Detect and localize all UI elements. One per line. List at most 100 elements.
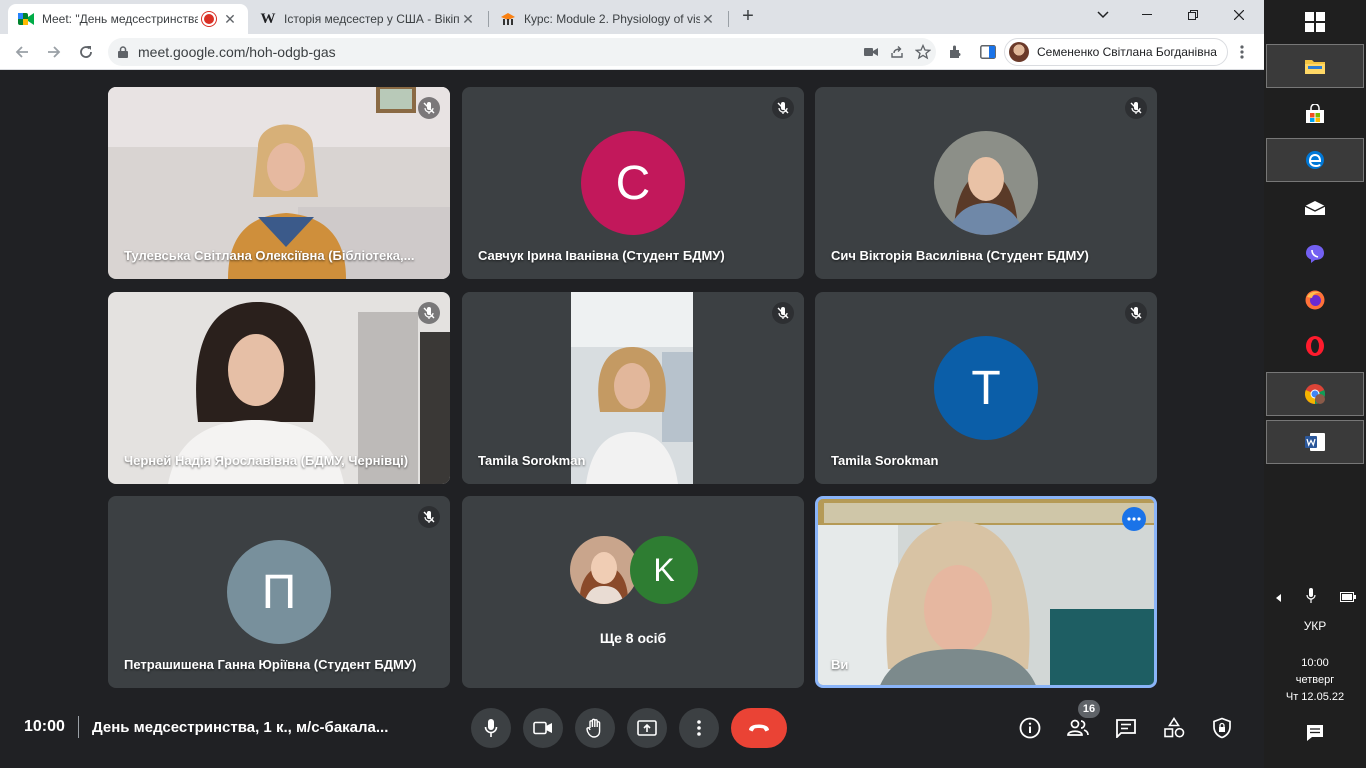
lock-icon[interactable]	[108, 46, 138, 58]
profile-name: Семененко Світлана Богданівна	[1037, 45, 1217, 59]
muted-mic-icon	[1125, 97, 1147, 119]
tab-title: Meet: "День медсестринства	[42, 12, 198, 26]
microsoft-store-icon[interactable]	[1266, 92, 1364, 136]
participant-name: Черней Надія Ярославівна (БДМУ, Чернівці…	[124, 453, 409, 468]
tab-separator	[728, 11, 729, 27]
leave-call-button[interactable]	[731, 708, 787, 748]
opera-icon[interactable]	[1266, 324, 1364, 368]
tab-strip: Meet: "День медсестринства ✕ W Історія м…	[0, 0, 1264, 34]
participant-name: Тулевська Світлана Олексіївна (Бібліотек…	[124, 248, 415, 263]
camera-icon[interactable]	[858, 39, 884, 65]
participant-name: Савчук Ірина Іванівна (Студент БДМУ)	[478, 248, 725, 263]
participant-tile[interactable]: Сич Вікторія Василівна (Студент БДМУ)	[815, 87, 1157, 279]
participant-name: Tamila Sorokman	[831, 453, 939, 468]
clock-date: Чт 12.05.22	[1285, 691, 1345, 703]
system-tray	[1276, 587, 1356, 609]
extensions-icon[interactable]	[944, 40, 968, 64]
new-tab-button[interactable]: +	[737, 6, 759, 28]
participant-tile[interactable]: Тулевська Світлана Олексіївна (Бібліотек…	[108, 87, 450, 279]
self-view-tile[interactable]: Ви	[815, 496, 1157, 688]
avatar	[934, 131, 1038, 235]
participant-tile[interactable]: T Tamila Sorokman	[815, 292, 1157, 484]
close-tab-icon[interactable]: ✕	[222, 11, 238, 28]
minimize-icon[interactable]	[1124, 0, 1170, 30]
reload-icon[interactable]	[74, 40, 98, 64]
participant-name: Tamila Sorokman	[478, 453, 586, 468]
battery-icon[interactable]	[1340, 589, 1356, 607]
file-explorer-icon[interactable]	[1266, 44, 1364, 88]
word-icon[interactable]	[1266, 420, 1364, 464]
avatar: K	[630, 536, 698, 604]
profile-button[interactable]: Семененко Світлана Богданівна	[1004, 38, 1228, 66]
close-window-icon[interactable]	[1216, 0, 1262, 30]
tab-moodle[interactable]: Курс: Module 2. Physiology of vis ✕	[490, 4, 726, 34]
forward-icon[interactable]	[42, 40, 66, 64]
recording-icon	[204, 14, 214, 24]
more-options-button[interactable]	[679, 708, 719, 748]
side-panel-icon[interactable]	[976, 40, 1000, 64]
activities-icon[interactable]	[1160, 714, 1188, 742]
tab-search-icon[interactable]	[1080, 0, 1126, 30]
menu-icon[interactable]	[1230, 40, 1254, 64]
divider	[78, 716, 79, 738]
clock-time[interactable]: 10:00	[1264, 657, 1366, 669]
browser-toolbar: meet.google.com/hoh-odgb-gas Семененко С…	[0, 34, 1264, 70]
mail-icon[interactable]	[1266, 186, 1364, 230]
avatar: T	[934, 336, 1038, 440]
language-indicator[interactable]: УКР	[1264, 619, 1366, 633]
muted-mic-icon	[418, 97, 440, 119]
browser-window: Meet: "День медсестринства ✕ W Історія м…	[0, 0, 1264, 768]
participant-video	[818, 499, 1154, 685]
meeting-title: День медсестринства, 1 к., м/с-бакала...	[92, 719, 389, 736]
avatar: С	[581, 131, 685, 235]
more-options-icon[interactable]	[1122, 507, 1146, 531]
participant-tile[interactable]: П Петрашишена Ганна Юріївна (Студент БДМ…	[108, 496, 450, 688]
participants-count-badge: 16	[1078, 700, 1100, 718]
meeting-details-icon[interactable]	[1016, 714, 1044, 742]
chrome-icon[interactable]	[1266, 372, 1364, 416]
host-controls-icon[interactable]	[1208, 714, 1236, 742]
participant-tile[interactable]: Черней Надія Ярославівна (БДМУ, Чернівці…	[108, 292, 450, 484]
raise-hand-button[interactable]	[575, 708, 615, 748]
tab-meet[interactable]: Meet: "День медсестринства ✕	[8, 4, 248, 34]
participant-name: Ви	[831, 657, 849, 672]
participant-tile[interactable]: Tamila Sorokman	[462, 292, 804, 484]
chat-icon[interactable]	[1112, 714, 1140, 742]
restore-icon[interactable]	[1170, 0, 1216, 30]
wikipedia-icon: W	[260, 10, 276, 27]
close-tab-icon[interactable]: ✕	[460, 11, 476, 28]
participants-icon[interactable]	[1064, 714, 1092, 742]
avatar	[570, 536, 638, 604]
tab-wikipedia[interactable]: W Історія медсестер у США - Вікіп ✕	[250, 4, 486, 34]
chevron-up-icon[interactable]	[1276, 589, 1282, 607]
muted-mic-icon	[418, 302, 440, 324]
viber-icon[interactable]	[1266, 232, 1364, 276]
muted-mic-icon	[418, 506, 440, 528]
notifications-icon[interactable]	[1306, 724, 1324, 747]
start-windows-icon[interactable]	[1266, 0, 1364, 44]
avatar: П	[227, 540, 331, 644]
microphone-button[interactable]	[471, 708, 511, 748]
camera-button[interactable]	[523, 708, 563, 748]
address-bar[interactable]: meet.google.com/hoh-odgb-gas	[108, 38, 936, 66]
muted-mic-icon	[1125, 302, 1147, 324]
share-icon[interactable]	[884, 39, 910, 65]
close-tab-icon[interactable]: ✕	[700, 11, 716, 28]
participant-tile[interactable]: С Савчук Ірина Іванівна (Студент БДМУ)	[462, 87, 804, 279]
more-participants-tile[interactable]: K Ще 8 осіб	[462, 496, 804, 688]
tab-separator	[488, 11, 489, 27]
url-text: meet.google.com/hoh-odgb-gas	[138, 44, 336, 60]
back-icon[interactable]	[10, 40, 34, 64]
microphone-tray-icon[interactable]	[1306, 587, 1316, 609]
present-screen-button[interactable]	[627, 708, 667, 748]
participant-name: Сич Вікторія Василівна (Студент БДМУ)	[831, 248, 1089, 263]
edge-icon[interactable]	[1266, 138, 1364, 182]
more-participants-label: Ще 8 осіб	[599, 630, 667, 646]
tab-title: Історія медсестер у США - Вікіп	[284, 12, 460, 26]
firefox-icon[interactable]	[1266, 278, 1364, 322]
tab-title: Курс: Module 2. Physiology of vis	[524, 12, 700, 26]
meeting-time: 10:00	[24, 718, 65, 735]
muted-mic-icon	[772, 97, 794, 119]
google-meet-icon	[18, 11, 34, 27]
bookmark-star-icon[interactable]	[910, 39, 936, 65]
